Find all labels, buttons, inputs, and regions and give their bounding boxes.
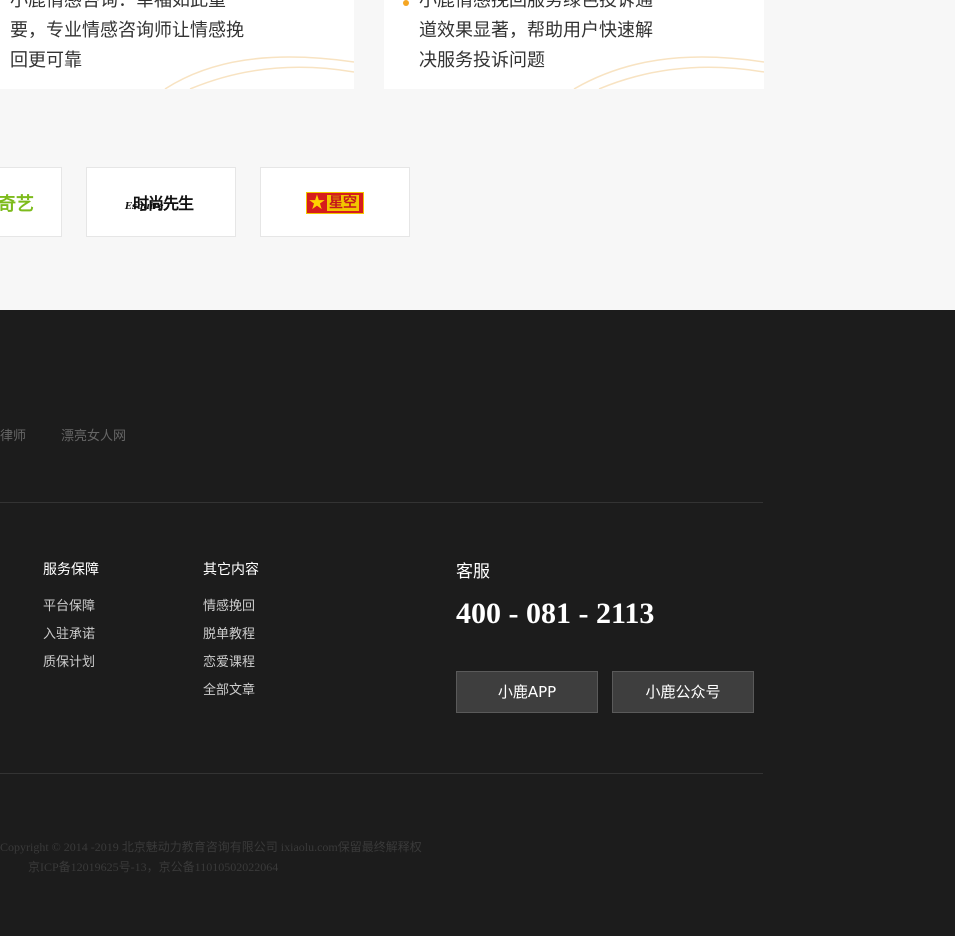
- customer-service: 客服: [456, 561, 490, 583]
- app-button[interactable]: 小鹿APP: [456, 671, 598, 713]
- friend-link[interactable]: 律师: [0, 425, 26, 444]
- esquire-logo-en: Esquire: [125, 202, 164, 212]
- footer-link[interactable]: 全部文章: [203, 677, 259, 705]
- card-line: 回更可靠: [10, 50, 82, 71]
- info-card-right[interactable]: 小鹿情感挽回服务绿色投诉通 道效果显著，帮助用户快速解 决服务投诉问题: [384, 0, 764, 89]
- copyright-text: Copyright © 2014 -2019 北京魅动力教育咨询有限公司 ixi…: [0, 840, 422, 854]
- partner-logo-esquire[interactable]: 时尚先生 Esquire: [86, 167, 236, 237]
- footer-link[interactable]: 质保计划: [43, 649, 99, 677]
- card-line: 小鹿情感挽回服务绿色投诉通: [419, 0, 653, 11]
- footer-divider: [0, 502, 763, 503]
- card-line: 决服务投诉问题: [419, 50, 545, 71]
- service-title: 客服: [456, 562, 490, 582]
- partner-logo-xingkong[interactable]: ★ 星空: [260, 167, 410, 237]
- footer-divider: [0, 773, 763, 774]
- card-text: 小鹿情感挽回服务绿色投诉通 道效果显著，帮助用户快速解 决服务投诉问题: [419, 0, 749, 76]
- card-text: 小鹿情感咨询：幸福如此重 要，专业情感咨询师让情感挽 回更可靠: [10, 0, 340, 76]
- top-content-area: 小鹿情感咨询：幸福如此重 要，专业情感咨询师让情感挽 回更可靠 小鹿情感挽回服务…: [0, 0, 955, 310]
- friend-link[interactable]: 漂亮女人网: [61, 425, 126, 444]
- footer-link[interactable]: 脱单教程: [203, 621, 259, 649]
- service-phone: 400 - 081 - 2113: [456, 597, 655, 630]
- info-card-left[interactable]: 小鹿情感咨询：幸福如此重 要，专业情感咨询师让情感挽 回更可靠: [0, 0, 354, 89]
- footer-column-other-content: 其它内容 情感挽回 脱单教程 恋爱课程 全部文章: [203, 560, 259, 705]
- footer-link[interactable]: 入驻承诺: [43, 621, 99, 649]
- xingkong-logo: ★ 星空: [306, 190, 364, 214]
- bullet-dot-icon: [403, 0, 409, 6]
- card-line: 要，专业情感咨询师让情感挽: [10, 20, 244, 41]
- card-line: 道效果显著，帮助用户快速解: [419, 20, 653, 41]
- iqiyi-logo: 奇艺: [0, 194, 34, 215]
- card-line: 小鹿情感咨询：幸福如此重: [10, 0, 226, 11]
- footer-link[interactable]: 平台保障: [43, 593, 99, 621]
- esquire-logo: 时尚先生 Esquire: [125, 190, 197, 216]
- partner-logo-iqiyi[interactable]: 奇艺: [0, 167, 62, 237]
- xingkong-logo-text: 星空: [327, 195, 359, 211]
- footer-column-title: 其它内容: [203, 562, 259, 578]
- star-icon: ★: [308, 190, 326, 214]
- footer-column-service-guarantee: 服务保障 平台保障 入驻承诺 质保计划: [43, 560, 99, 677]
- icp-license-text[interactable]: 京ICP备12019625号-13，京公备11010502022064: [28, 858, 278, 876]
- footer-column-title: 服务保障: [43, 562, 99, 578]
- footer-link[interactable]: 情感挽回: [203, 593, 259, 621]
- footer-link[interactable]: 恋爱课程: [203, 649, 259, 677]
- wechat-account-button[interactable]: 小鹿公众号: [612, 671, 754, 713]
